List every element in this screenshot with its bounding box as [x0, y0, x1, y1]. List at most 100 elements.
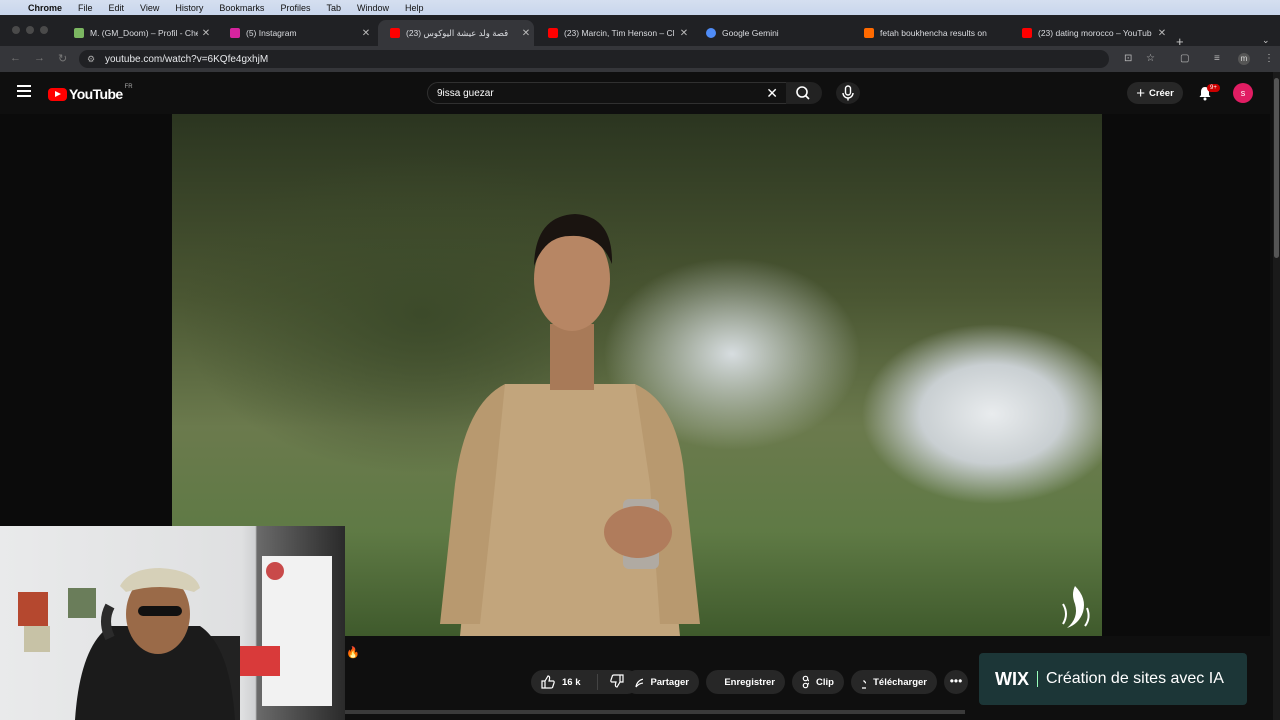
- save-button[interactable]: Enregistrer: [706, 670, 785, 694]
- create-button[interactable]: + Créer: [1127, 82, 1183, 104]
- browser-tab-active[interactable]: (23) قصة ولد عيشة اليوكوس ✕: [378, 20, 534, 46]
- tab-close-icon[interactable]: ✕: [518, 28, 534, 39]
- youtube-logo[interactable]: YouTube FR: [48, 84, 133, 102]
- search-input[interactable]: 9issa guezar ✕: [427, 82, 787, 104]
- clip-button[interactable]: Clip: [792, 670, 844, 694]
- share-label: Partager: [650, 676, 689, 688]
- menu-history[interactable]: History: [175, 3, 203, 13]
- tab-title: Google Gemini: [722, 28, 779, 38]
- download-button[interactable]: Télécharger: [851, 670, 937, 694]
- search-icon: [796, 86, 810, 100]
- menu-view[interactable]: View: [140, 3, 159, 13]
- search-query: 9issa guezar: [437, 88, 494, 99]
- menu-profiles[interactable]: Profiles: [280, 3, 310, 13]
- tab-search-chevron-icon[interactable]: ⌄: [1262, 35, 1270, 46]
- like-count: 16 k: [562, 676, 581, 688]
- create-label: Créer: [1148, 87, 1174, 99]
- install-app-icon[interactable]: ⊡: [1124, 53, 1132, 64]
- scissors-icon: [802, 675, 810, 689]
- person-figure: [440, 214, 700, 636]
- window-controls: [12, 26, 48, 34]
- youtube-play-logo-icon: [48, 87, 67, 101]
- webcam-overlay: [0, 526, 345, 720]
- zoom-window-icon[interactable]: [40, 26, 48, 34]
- share-icon: [635, 675, 644, 688]
- account-avatar[interactable]: s: [1233, 83, 1253, 103]
- thumbs-up-icon: [541, 675, 555, 689]
- tab-title: (5) Instagram: [246, 28, 297, 38]
- tab-title: (23) Marcin, Tim Henson – Cl: [564, 28, 675, 38]
- forward-icon[interactable]: →: [34, 52, 45, 64]
- tab-close-icon[interactable]: ✕: [198, 28, 214, 39]
- close-window-icon[interactable]: [12, 26, 20, 34]
- ad-divider: [1037, 671, 1038, 687]
- clear-search-icon[interactable]: ✕: [766, 85, 778, 102]
- back-icon[interactable]: ←: [10, 52, 21, 64]
- tab-title: (23) dating morocco – YouTub: [1038, 28, 1152, 38]
- plus-icon: +: [1136, 84, 1145, 102]
- tab-favicon-icon: [74, 28, 84, 38]
- bookmark-star-icon[interactable]: ☆: [1146, 53, 1155, 64]
- browser-tab[interactable]: (23) Marcin, Tim Henson – Cl ✕: [536, 20, 692, 46]
- minimize-window-icon[interactable]: [26, 26, 34, 34]
- ad-logo: WIX: [995, 668, 1029, 689]
- menu-tab[interactable]: Tab: [326, 3, 341, 13]
- tab-favicon-icon: [864, 28, 874, 38]
- download-icon: [862, 680, 867, 689]
- tab-close-icon[interactable]: ✕: [1154, 28, 1170, 39]
- menu-file[interactable]: File: [78, 3, 93, 13]
- browser-tab[interactable]: Google Gemini: [694, 20, 850, 46]
- menu-window[interactable]: Window: [357, 3, 389, 13]
- browser-tab[interactable]: M. (GM_Doom) – Profil - Che ✕: [62, 20, 214, 46]
- menu-bookmarks[interactable]: Bookmarks: [219, 3, 264, 13]
- more-actions-icon[interactable]: •••: [944, 670, 968, 694]
- tab-close-icon[interactable]: ✕: [358, 28, 374, 39]
- reload-icon[interactable]: ↻: [58, 52, 67, 65]
- page-scrollbar[interactable]: [1273, 72, 1280, 720]
- bookmark-icon: [716, 675, 717, 689]
- tab-close-icon[interactable]: ✕: [676, 28, 692, 39]
- guide-menu-icon[interactable]: [17, 85, 31, 100]
- tab-title: fetah boukhencha results on: [880, 28, 987, 38]
- chrome-menu-icon[interactable]: ⋮: [1264, 53, 1274, 64]
- voice-search-button[interactable]: [836, 82, 860, 104]
- url-text: youtube.com/watch?v=6KQfe4gxhjM: [105, 53, 269, 65]
- browser-tab[interactable]: (23) dating morocco – YouTub ✕: [1010, 20, 1170, 46]
- channel-watermark-icon: [1062, 586, 1090, 628]
- reading-list-icon[interactable]: ≡: [1214, 53, 1220, 64]
- tab-title: M. (GM_Doom) – Profil - Che: [90, 28, 198, 38]
- browser-tab[interactable]: (5) Instagram ✕: [218, 20, 374, 46]
- microphone-icon: [842, 85, 854, 101]
- search-button[interactable]: [786, 82, 822, 104]
- ad-banner[interactable]: WIX Création de sites avec IA: [979, 653, 1247, 705]
- gemini-favicon-icon: [706, 28, 716, 38]
- browser-tab[interactable]: fetah boukhencha results on: [852, 20, 1008, 46]
- like-dislike-group: 16 k: [531, 670, 639, 694]
- logo-wordmark: YouTube: [69, 86, 123, 102]
- menu-chrome[interactable]: Chrome: [28, 3, 62, 13]
- address-bar[interactable]: ⚙ youtube.com/watch?v=6KQfe4gxhjM: [79, 50, 1109, 68]
- macos-menubar: Chrome File Edit View History Bookmarks …: [0, 0, 1280, 15]
- profile-avatar[interactable]: m: [1238, 53, 1250, 65]
- scrollbar-thumb[interactable]: [1274, 78, 1279, 258]
- loading-bar: [345, 710, 965, 714]
- streamer-image: [18, 556, 332, 720]
- browser-toolbar: ← → ↻ ⚙ youtube.com/watch?v=6KQfe4gxhjM …: [0, 46, 1280, 72]
- menu-help[interactable]: Help: [405, 3, 424, 13]
- country-code: FR: [124, 84, 133, 90]
- youtube-favicon-icon: [548, 28, 558, 38]
- extensions-icon[interactable]: ▢: [1180, 53, 1189, 64]
- tab-strip: M. (GM_Doom) – Profil - Che ✕ (5) Instag…: [0, 15, 1280, 49]
- notification-count-badge: 9+: [1207, 84, 1220, 92]
- like-button[interactable]: 16 k: [531, 674, 598, 690]
- thumbs-down-icon: [610, 673, 624, 688]
- site-info-icon[interactable]: ⚙: [87, 54, 101, 65]
- youtube-header: YouTube FR 9issa guezar ✕ + Créer 9+ s: [0, 72, 1280, 114]
- clip-label: Clip: [816, 676, 834, 688]
- menu-edit[interactable]: Edit: [109, 3, 125, 13]
- share-button[interactable]: Partager: [625, 670, 699, 694]
- ad-text: Création de sites avec IA: [1046, 670, 1224, 687]
- save-label: Enregistrer: [724, 676, 775, 688]
- youtube-favicon-icon: [1022, 28, 1032, 38]
- download-label: Télécharger: [873, 676, 927, 688]
